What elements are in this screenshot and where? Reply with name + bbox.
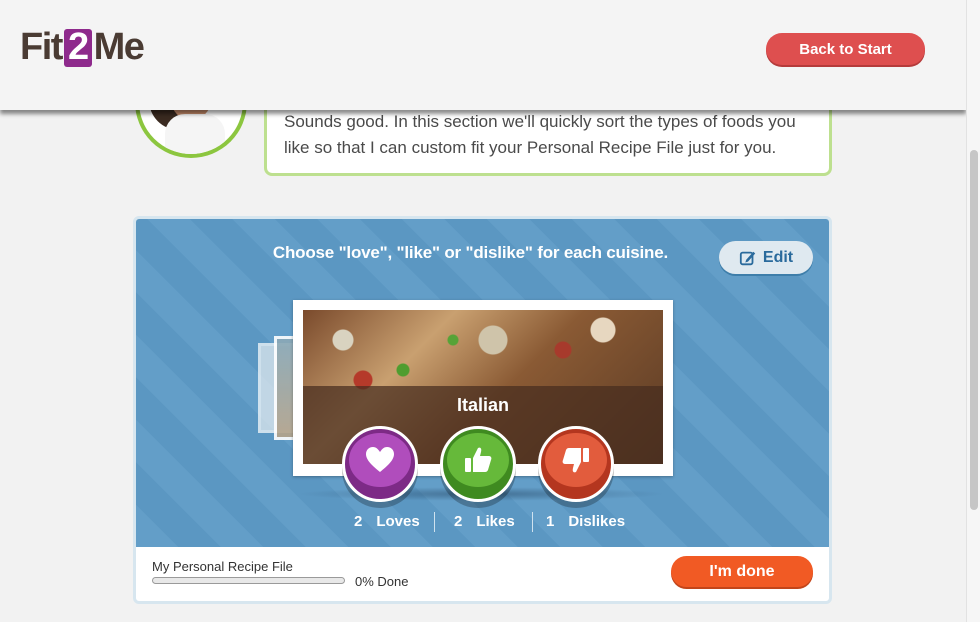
count-divider (532, 512, 533, 532)
page-scrollbar[interactable] (966, 0, 980, 622)
cuisine-name: Italian (456, 395, 509, 415)
cuisine-sorter-area: Choose "love", "like" or "dislike" for e… (136, 219, 829, 547)
edit-button[interactable]: Edit (719, 241, 813, 274)
heart-icon (366, 447, 394, 472)
dislike-button[interactable] (538, 426, 614, 502)
cuisine-sorter-panel: Choose "love", "like" or "dislike" for e… (133, 216, 832, 604)
scrollbar-thumb[interactable] (970, 150, 978, 510)
progress-percent: 0% Done (355, 574, 409, 589)
like-button[interactable] (440, 426, 516, 502)
top-header: Fit 2 Me Back to Start (0, 0, 966, 110)
edit-icon (739, 251, 756, 265)
recipe-file-progress-bar (152, 577, 345, 584)
dislikes-count-label: Dislikes (568, 513, 626, 530)
loves-count: 2 Loves (354, 513, 420, 530)
thumbs-down-icon (562, 448, 589, 473)
fit2me-logo[interactable]: Fit 2 Me (20, 26, 145, 69)
dislikes-count-value: 1 (546, 513, 555, 530)
count-divider (434, 512, 435, 532)
loves-count-label: Loves (376, 513, 420, 530)
logo-text-two: 2 (63, 28, 92, 67)
recipe-file-label: My Personal Recipe File (152, 559, 293, 574)
instruction-text: Choose "love", "like" or "dislike" for e… (272, 243, 668, 262)
logo-text-fit: Fit (20, 26, 63, 68)
thumbs-up-icon (465, 447, 492, 472)
likes-count-value: 2 (454, 513, 463, 530)
love-button[interactable] (342, 426, 418, 502)
likes-count-label: Likes (476, 513, 515, 530)
edit-label: Edit (762, 248, 794, 266)
dislikes-count: 1 Dislikes (546, 513, 625, 530)
speech-text: Sounds good. In this section we'll quick… (284, 112, 796, 157)
loves-count-value: 2 (354, 513, 363, 530)
back-to-start-button[interactable]: Back to Start (766, 33, 925, 65)
likes-count: 2 Likes (454, 513, 515, 530)
im-done-button[interactable]: I'm done (671, 556, 813, 587)
logo-text-me: Me (93, 26, 145, 68)
